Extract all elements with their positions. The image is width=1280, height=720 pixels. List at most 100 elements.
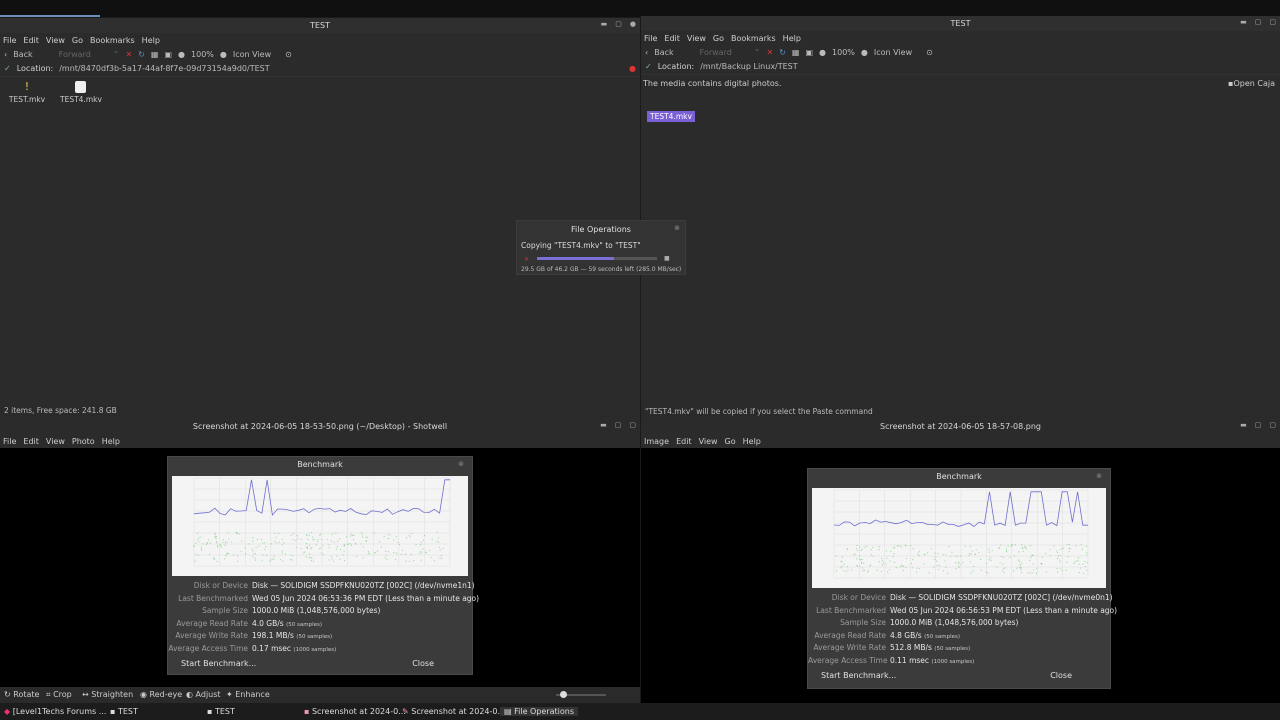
open-caja-button[interactable]: ▪Open Caja — [1228, 79, 1275, 88]
menu-view[interactable]: View — [687, 34, 706, 43]
up-icon[interactable]: ⌃ — [754, 48, 761, 57]
menu-go[interactable]: Go — [72, 36, 83, 45]
maximize-icon[interactable]: ▢ — [615, 20, 622, 28]
zoom-out-icon[interactable]: ● — [178, 50, 185, 59]
menu-help[interactable]: Help — [102, 437, 120, 446]
menu-view[interactable]: View — [46, 36, 65, 45]
write-sample-point — [401, 549, 404, 551]
menu-edit[interactable]: Edit — [664, 34, 680, 43]
location-input[interactable]: /mnt/Backup Linux/TEST — [700, 62, 797, 71]
stop-icon[interactable]: ✕ — [767, 48, 774, 57]
maximize-icon[interactable]: ▢ — [1255, 18, 1262, 26]
window-titlebar[interactable]: Screenshot at 2024-06-05 18-57-08.png ▬ ▢… — [641, 419, 1280, 434]
straighten-button[interactable]: ↔ Straighten — [82, 690, 133, 699]
view-mode-select[interactable]: Icon View — [874, 48, 912, 57]
maximize-icon[interactable]: ▢ — [1255, 421, 1262, 429]
back-button[interactable]: Back — [13, 50, 32, 59]
maximize-icon[interactable]: ▢ — [615, 421, 622, 429]
menu-edit[interactable]: Edit — [23, 437, 39, 446]
cancel-icon[interactable]: ✕ — [524, 256, 529, 263]
up-icon[interactable]: ⌃ — [113, 50, 120, 59]
menu-go[interactable]: Go — [713, 34, 724, 43]
menu-file[interactable]: File — [3, 437, 16, 446]
menu-go[interactable]: Go — [725, 437, 736, 446]
zoom-in-icon[interactable]: ● — [861, 48, 868, 57]
view-mode-select[interactable]: Icon View — [233, 50, 271, 59]
menu-view[interactable]: View — [46, 437, 65, 446]
home-icon[interactable]: ▦ — [792, 48, 800, 57]
file-item[interactable]: ! TEST.mkv — [7, 81, 47, 105]
write-sample-point — [293, 532, 295, 535]
window-titlebar[interactable]: Screenshot at 2024-06-05 18-53-50.png (~… — [0, 419, 640, 434]
taskbar-item-test[interactable]: ▪ TEST — [207, 707, 235, 716]
menu-file[interactable]: File — [644, 34, 657, 43]
zoom-slider-handle[interactable] — [560, 691, 567, 698]
zoom-in-icon[interactable]: ● — [220, 50, 227, 59]
close-button[interactable]: Close — [412, 659, 434, 668]
menu-help[interactable]: Help — [743, 437, 761, 446]
back-arrow-icon[interactable]: ‹ — [4, 50, 7, 59]
taskbar-item-screenshot[interactable]: ▪ Screenshot at 2024-0... — [304, 707, 406, 716]
write-sample-point — [331, 558, 333, 560]
minimize-icon[interactable]: ▬ — [1240, 421, 1247, 429]
computer-icon[interactable]: ▣ — [164, 50, 172, 59]
enhance-button[interactable]: ✦ Enhance — [226, 690, 270, 699]
menu-view[interactable]: View — [699, 437, 718, 446]
close-icon[interactable]: ⊗ — [674, 224, 680, 232]
home-icon[interactable]: ▦ — [151, 50, 159, 59]
stop-icon[interactable]: ✕ — [126, 50, 133, 59]
close-icon[interactable]: ▢ — [1269, 18, 1276, 26]
search-icon[interactable]: ⊙ — [285, 50, 292, 59]
selected-file[interactable]: TEST4.mkv — [647, 111, 695, 122]
menu-image[interactable]: Image — [644, 437, 669, 446]
taskbar-item-forum[interactable]: ◆ [Level1Techs Forums ... — [4, 707, 106, 716]
menu-edit[interactable]: Edit — [23, 36, 39, 45]
adjust-button[interactable]: ◐ Adjust — [186, 690, 221, 699]
window-titlebar[interactable]: TEST ▬ ▢ ▢ — [641, 16, 1280, 31]
location-input[interactable]: /mnt/8470df3b-5a17-44af-8f7e-09d73154a9d… — [59, 64, 269, 73]
close-button[interactable]: Close — [1050, 671, 1072, 680]
menu-bookmarks[interactable]: Bookmarks — [90, 36, 135, 45]
location-toggle-icon[interactable]: ✓ — [645, 62, 652, 71]
close-icon[interactable]: ▢ — [1269, 421, 1276, 429]
back-button[interactable]: Back — [654, 48, 673, 57]
file-item[interactable]: TEST4.mkv — [60, 81, 102, 104]
taskbar-item-file-operations[interactable]: ▤ File Operations — [500, 707, 579, 716]
minimize-icon[interactable]: ▬ — [600, 421, 607, 429]
menu-bookmarks[interactable]: Bookmarks — [731, 34, 776, 43]
menu-help[interactable]: Help — [783, 34, 801, 43]
zoom-out-icon[interactable]: ● — [819, 48, 826, 57]
close-icon[interactable]: ● — [630, 20, 636, 28]
pause-icon[interactable]: ■ — [664, 255, 670, 262]
menu-edit[interactable]: Edit — [676, 437, 692, 446]
crop-button[interactable]: ⌗ Crop — [46, 690, 72, 700]
minimize-icon[interactable]: ▬ — [601, 20, 608, 28]
close-icon[interactable]: ⊗ — [1096, 472, 1102, 480]
reload-icon[interactable]: ↻ — [138, 50, 145, 59]
rotate-button[interactable]: ↻ Rotate — [4, 690, 39, 699]
info-key: Sample Size — [202, 606, 248, 615]
taskbar-item-screenshot[interactable]: ✎ Screenshot at 2024-0... — [402, 707, 505, 716]
minimize-icon[interactable]: ▬ — [1240, 18, 1247, 26]
search-icon[interactable]: ⊙ — [926, 48, 933, 57]
reload-icon[interactable]: ↻ — [779, 48, 786, 57]
computer-icon[interactable]: ▣ — [805, 48, 813, 57]
start-benchmark-button[interactable]: Start Benchmark... — [181, 659, 256, 668]
write-sample-point — [1066, 561, 1068, 563]
forward-button[interactable]: Forward — [59, 50, 91, 59]
close-icon[interactable]: ▢ — [629, 421, 636, 429]
menu-file[interactable]: File — [3, 36, 16, 45]
red-eye-button[interactable]: ◉ Red-eye — [140, 690, 182, 699]
window-titlebar[interactable]: TEST ▬ ▢ ● — [0, 18, 640, 33]
taskbar-item-test[interactable]: ▪ TEST — [110, 707, 138, 716]
menu-help[interactable]: Help — [142, 36, 160, 45]
menu-photo[interactable]: Photo — [72, 437, 95, 446]
close-icon[interactable]: ⊗ — [458, 460, 464, 468]
back-arrow-icon[interactable]: ‹ — [645, 48, 648, 57]
location-close-icon[interactable]: ● — [629, 64, 636, 73]
zoom-slider[interactable] — [556, 691, 606, 698]
location-toggle-icon[interactable]: ✓ — [4, 64, 11, 73]
start-benchmark-button[interactable]: Start Benchmark... — [821, 671, 896, 680]
forward-button[interactable]: Forward — [700, 48, 732, 57]
write-sample-point — [885, 550, 888, 552]
